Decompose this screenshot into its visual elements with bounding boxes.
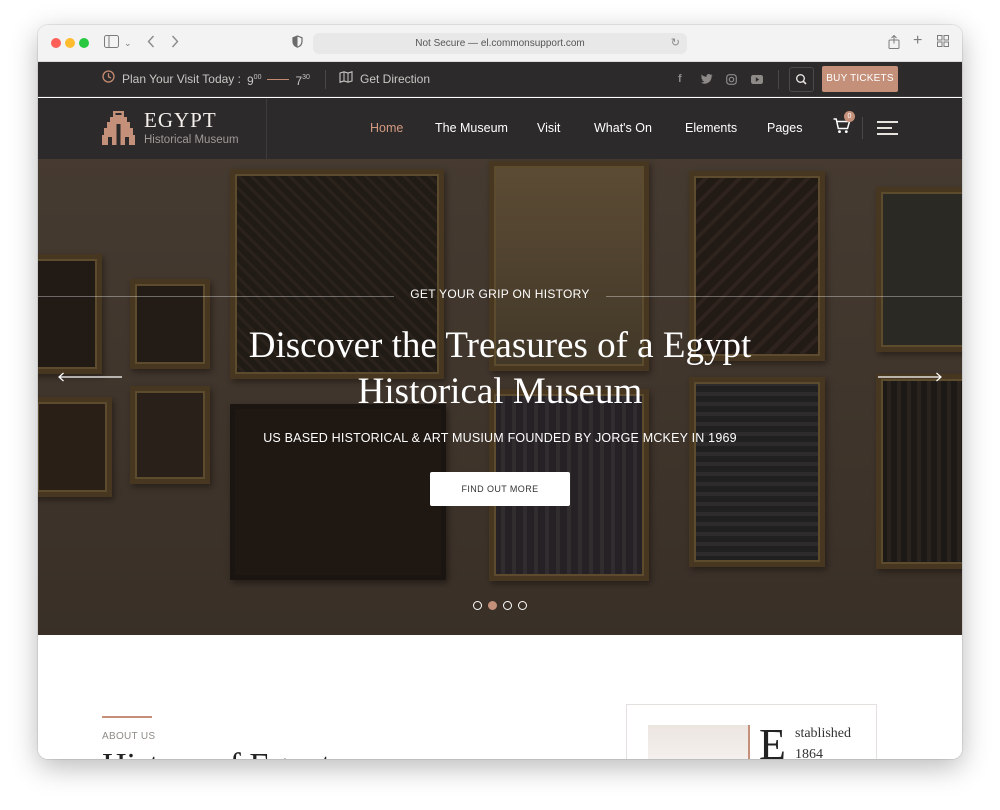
menu-icon[interactable] [877, 121, 898, 135]
established-text: stablished 1864 [795, 723, 851, 759]
slide-dot-active[interactable] [488, 601, 497, 610]
main-navbar: EGYPT Historical Museum Home The Museum … [38, 98, 962, 159]
slider-pagination [473, 601, 533, 611]
established-word: stablished [795, 726, 851, 741]
reload-icon[interactable]: ↻ [671, 33, 680, 54]
browser-toolbar: ⌄ Not Secure — el.commonsupport.com ↻ + [38, 25, 962, 62]
about-heading: History of Egypt [102, 747, 331, 759]
youtube-icon[interactable] [751, 62, 763, 97]
next-slide-arrow-icon[interactable] [878, 369, 942, 382]
brand-title[interactable]: EGYPT [144, 108, 217, 133]
url-text: Not Secure — el.commonsupport.com [415, 38, 585, 49]
opening-time: 900 [247, 60, 261, 99]
tab-overview-icon[interactable] [937, 35, 949, 51]
about-accent-rule [102, 716, 152, 718]
address-bar[interactable]: Not Secure — el.commonsupport.com ↻ [313, 33, 687, 54]
established-drop-cap: E [759, 720, 786, 759]
about-section: ABOUT US History of Egypt E stablished 1… [38, 635, 962, 759]
close-window-button[interactable] [51, 38, 61, 48]
pyramid-logo-icon[interactable] [102, 111, 135, 150]
brand-subtitle: Historical Museum [144, 134, 239, 146]
open-hour: 9 [246, 74, 254, 88]
topbar-divider-right [778, 70, 779, 89]
maximize-window-button[interactable] [79, 38, 89, 48]
hours-separator [267, 79, 290, 80]
plan-visit-label: Plan Your Visit Today : [122, 72, 241, 86]
chevron-down-icon[interactable]: ⌄ [124, 35, 132, 51]
back-icon[interactable] [147, 35, 155, 52]
browser-window: ⌄ Not Secure — el.commonsupport.com ↻ + … [38, 25, 962, 759]
nav-visit[interactable]: Visit [537, 98, 560, 159]
slide-dot[interactable] [518, 601, 527, 610]
facebook-icon[interactable]: f [678, 62, 682, 97]
nav-divider-right [862, 117, 863, 139]
established-accent-rule [748, 725, 750, 759]
twitter-icon[interactable] [701, 62, 713, 97]
search-button[interactable] [789, 67, 814, 92]
hero-title-line-1: Discover the Treasures of a Egypt [248, 325, 752, 366]
hero-title-line-2: Historical Museum [357, 371, 643, 412]
topbar-divider [325, 70, 326, 89]
closing-time: 730 [295, 60, 309, 99]
nav-whats-on[interactable]: What's On [594, 98, 652, 159]
buy-tickets-button[interactable]: BUY TICKETS [822, 66, 898, 92]
nav-elements[interactable]: Elements [685, 98, 737, 159]
hero-subtitle: US BASED HISTORICAL & ART MUSIUM FOUNDED… [263, 431, 737, 445]
shield-icon[interactable] [292, 35, 303, 52]
slide-dot[interactable] [503, 601, 512, 610]
slide-dot[interactable] [473, 601, 482, 610]
minimize-window-button[interactable] [65, 38, 75, 48]
forward-icon[interactable] [171, 35, 179, 52]
new-tab-icon[interactable]: + [913, 33, 922, 49]
prev-slide-arrow-icon[interactable] [58, 369, 122, 382]
about-label: ABOUT US [102, 731, 156, 742]
map-icon [339, 62, 353, 97]
close-minutes: 30 [302, 74, 310, 81]
instagram-icon[interactable] [726, 62, 737, 97]
hero-tagline: GET YOUR GRIP ON HISTORY [410, 287, 590, 301]
nav-the-museum[interactable]: The Museum [435, 98, 508, 159]
nav-home[interactable]: Home [370, 98, 403, 159]
cart-count-badge: 0 [844, 111, 855, 122]
nav-divider [266, 98, 267, 159]
visit-hours: Plan Your Visit Today : 900 730 [102, 62, 310, 97]
nav-pages[interactable]: Pages [767, 98, 802, 159]
find-out-more-button[interactable]: FIND OUT MORE [430, 472, 570, 506]
search-icon [795, 73, 807, 85]
share-icon[interactable] [888, 34, 900, 53]
get-direction-label: Get Direction [360, 72, 431, 86]
hero-title: Discover the Treasures of a Egypt Histor… [38, 323, 962, 415]
hero-slider: GET YOUR GRIP ON HISTORY Discover the Tr… [38, 159, 962, 635]
clock-icon [102, 62, 115, 97]
sidebar-toggle-icon[interactable] [104, 35, 119, 52]
established-card: E stablished 1864 [626, 704, 877, 759]
established-image [648, 725, 748, 759]
get-direction-link[interactable]: Get Direction [339, 62, 430, 97]
open-minutes: 00 [253, 74, 262, 81]
established-year: 1864 [795, 747, 823, 759]
